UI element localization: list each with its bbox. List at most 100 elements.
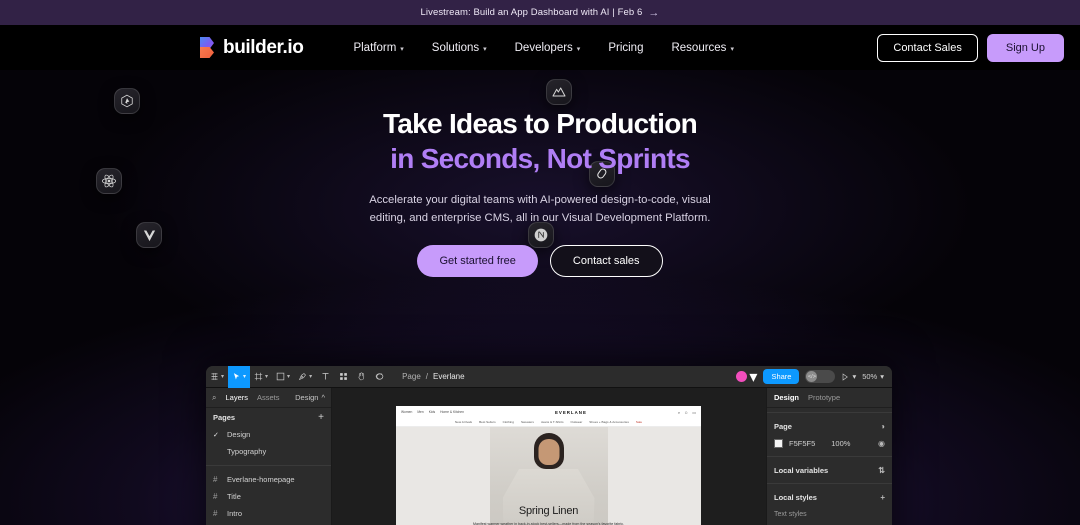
breadcrumb-current: Everlane — [433, 372, 465, 381]
breadcrumb[interactable]: Page / Everlane — [402, 372, 465, 381]
site-subnav-link[interactable]: Shoes + Bags & Accessories — [589, 420, 629, 424]
site-hero-banner: Spring Linen Manifest warmer weather in … — [396, 427, 701, 525]
page-section-header: Page ◑ — [767, 417, 892, 435]
dev-mode-toggle[interactable]: </> — [805, 370, 836, 383]
account-icon[interactable]: ☺ — [684, 410, 688, 415]
move-tool-icon[interactable]: ▾ — [228, 366, 251, 388]
page-title: Take Ideas to Production in Seconds, Not… — [0, 106, 1080, 177]
add-page-button[interactable]: + — [318, 412, 324, 423]
tab-assets[interactable]: Assets — [257, 393, 280, 402]
hand-tool-icon[interactable] — [352, 366, 370, 388]
contact-sales-button[interactable]: Contact Sales — [877, 33, 978, 62]
site-subnav-link[interactable]: New Arrivals — [455, 420, 472, 424]
site-nav-link[interactable]: Women — [401, 410, 412, 414]
site-nav-link[interactable]: Men — [417, 410, 423, 414]
divider — [767, 483, 892, 484]
hero-title-line2: in Seconds, Not Sprints — [390, 143, 690, 175]
design-panel: Design Prototype Page ◑ F5F5F5 100% ◉ Lo… — [766, 388, 892, 525]
chevron-up-icon: ^ — [321, 393, 325, 402]
local-styles-header: Local styles + — [767, 488, 892, 506]
frame-tool-icon[interactable]: ▾ — [250, 366, 272, 388]
brand-logo[interactable]: builder.io — [200, 36, 304, 59]
nav-item-solutions[interactable]: Solutions ▾ — [418, 36, 501, 60]
hero-section: Take Ideas to Production in Seconds, Not… — [0, 70, 1080, 525]
nav-item-pricing[interactable]: Pricing — [594, 36, 657, 60]
site-subnav-link-sale[interactable]: Sale — [636, 420, 642, 424]
site-nav-link[interactable]: Kids — [429, 410, 435, 414]
divider — [206, 465, 331, 466]
toolbar-right-group: ▾ Share </> ▾ 50% ▾ — [736, 367, 892, 387]
site-nav-link[interactable]: Home & Kitchen — [440, 410, 464, 414]
site-subnav-link[interactable]: Sweaters — [521, 420, 534, 424]
page-background-row[interactable]: F5F5F5 100% ◉ — [767, 435, 892, 452]
editor-canvas[interactable]: Women Men Kids Home & Kitchen EVERLANE ⌕… — [332, 388, 766, 525]
collaborator-avatars[interactable]: ▾ — [736, 367, 757, 387]
shape-tool-icon[interactable]: ▾ — [272, 366, 294, 388]
site-subnav-link[interactable]: Jeans & T-Shirts — [541, 420, 564, 424]
get-started-free-button[interactable]: Get started free — [417, 245, 538, 278]
sign-up-button[interactable]: Sign Up — [986, 33, 1064, 62]
model-face — [538, 439, 559, 465]
tab-layers[interactable]: Layers — [225, 393, 248, 402]
layer-item-everlane-homepage[interactable]: # Everlane-homepage — [206, 471, 331, 488]
contrast-icon[interactable]: ◑ — [880, 422, 885, 431]
nav-item-developers-label: Developers — [514, 41, 573, 54]
site-subnav-link[interactable]: Clothing — [503, 420, 514, 424]
hero-cta-group: Get started free Contact sales — [0, 245, 1080, 278]
search-icon[interactable]: ⌕ — [678, 410, 680, 415]
nav-item-platform[interactable]: Platform ▾ — [339, 36, 417, 60]
color-swatch[interactable] — [774, 439, 783, 448]
hero-title-line1: Take Ideas to Production — [382, 108, 698, 139]
page-item-design[interactable]: ✓ Design — [206, 426, 331, 443]
present-button[interactable]: ▾ — [841, 372, 856, 381]
nav-item-resources[interactable]: Resources ▾ — [657, 36, 747, 60]
pen-tool-icon[interactable]: ▾ — [294, 366, 316, 388]
frame-icon: # — [213, 492, 218, 501]
text-tool-icon[interactable] — [316, 366, 334, 388]
share-button[interactable]: Share — [763, 369, 800, 384]
chevron-down-icon: ▾ — [749, 368, 758, 386]
variables-icon[interactable]: ⇅ — [878, 466, 885, 475]
site-header: Women Men Kids Home & Kitchen EVERLANE ⌕… — [396, 406, 701, 418]
site-nav-right: ⌕ ☺ ▭ — [678, 410, 696, 415]
nav-item-resources-label: Resources — [671, 41, 727, 54]
site-subnav-link[interactable]: Best Sellers — [479, 420, 496, 424]
divider — [767, 456, 892, 457]
frame-icon: # — [213, 509, 218, 518]
everlane-site-frame[interactable]: Women Men Kids Home & Kitchen EVERLANE ⌕… — [396, 406, 701, 525]
chevron-down-icon: ▾ — [287, 374, 291, 380]
contact-sales-hero-button[interactable]: Contact sales — [549, 245, 663, 278]
site-subnav: New Arrivals Best Sellers Clothing Sweat… — [396, 418, 701, 427]
local-styles-label: Local styles — [774, 492, 817, 502]
search-icon[interactable]: ⌕ — [212, 393, 216, 403]
nav-item-developers[interactable]: Developers ▾ — [501, 36, 595, 60]
file-name-control[interactable]: Design ^ — [295, 393, 325, 402]
layer-item-title[interactable]: # Title — [206, 488, 331, 505]
zoom-control[interactable]: 50% ▾ — [862, 372, 884, 381]
pages-section-header: Pages + — [206, 408, 331, 426]
tab-design[interactable]: Design — [774, 393, 799, 402]
cart-icon[interactable]: ▭ — [692, 410, 696, 415]
announcement-bar[interactable]: Livestream: Build an App Dashboard with … — [0, 0, 1080, 25]
background-opacity-value: 100% — [831, 439, 851, 448]
components-tool-icon[interactable] — [334, 366, 352, 388]
tab-prototype[interactable]: Prototype — [808, 393, 840, 402]
add-style-button[interactable]: + — [880, 493, 885, 502]
local-variables-label: Local variables — [774, 465, 829, 475]
nav-item-solutions-label: Solutions — [431, 41, 480, 54]
local-variables-header[interactable]: Local variables ⇅ — [767, 461, 892, 479]
layers-panel: ⌕ Layers Assets Design ^ Pages + ✓ Desig… — [206, 388, 332, 525]
brand-name: builder.io — [223, 36, 304, 58]
layer-item-intro[interactable]: # Intro — [206, 505, 331, 522]
visibility-eye-icon[interactable]: ◉ — [878, 439, 885, 448]
arrow-right-icon: → — [648, 6, 660, 19]
page-item-typography[interactable]: Typography — [206, 443, 331, 460]
chevron-down-icon: ▾ — [400, 45, 404, 53]
comment-tool-icon[interactable] — [370, 366, 388, 388]
chevron-down-icon: ▾ — [880, 372, 884, 381]
figma-editor-window: ▾ ▾ ▾ ▾ ▾ Page / Everlane ▾ Share </> ▾ … — [206, 366, 892, 525]
dev-mode-icon: </> — [806, 371, 818, 382]
site-subnav-link[interactable]: Outwear — [571, 420, 583, 424]
layer-item-label: Intro — [227, 509, 243, 518]
figma-menu-icon[interactable]: ▾ — [206, 366, 228, 388]
